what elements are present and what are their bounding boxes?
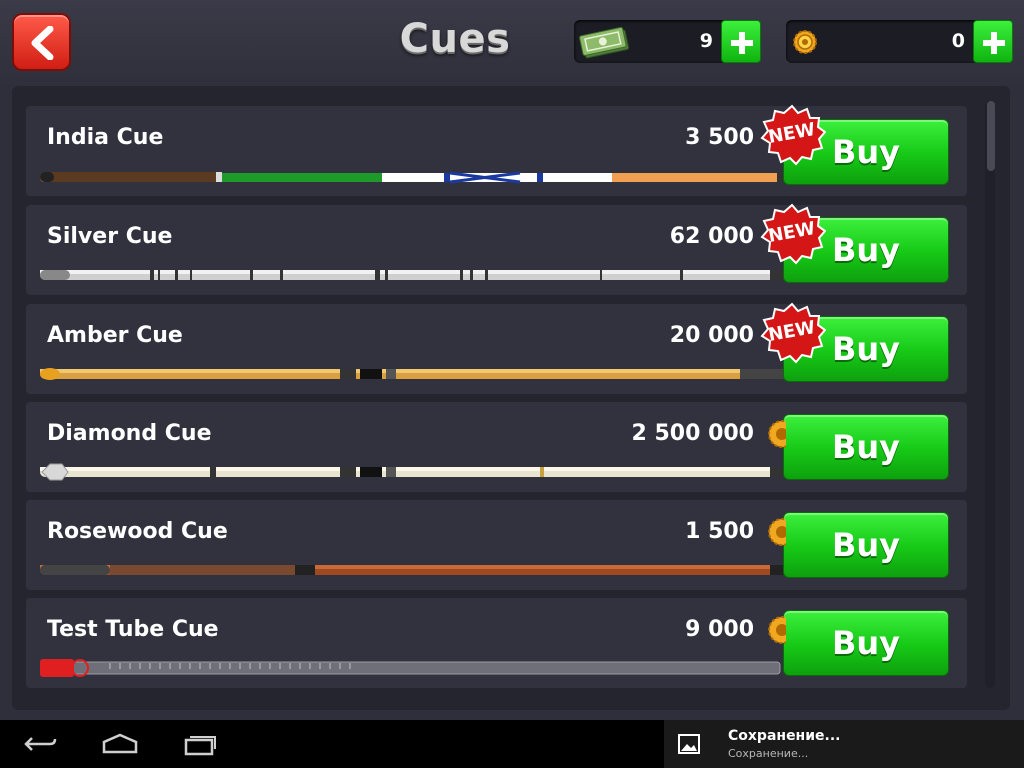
- cue-name: Diamond Cue: [47, 421, 212, 446]
- cue-image-amber: [40, 368, 785, 380]
- cue-image-diamond: [40, 463, 785, 481]
- coin-balance: 0: [786, 20, 1013, 63]
- cue-price: 2 500 000: [631, 421, 754, 446]
- cash-balance: 9: [574, 20, 761, 63]
- back-icon[interactable]: [22, 732, 58, 756]
- coin-icon: [768, 616, 786, 644]
- new-badge: NEW: [760, 203, 826, 265]
- cue-price: 9 000: [685, 617, 754, 642]
- cue-name: Rosewood Cue: [47, 519, 228, 544]
- scrollbar-thumb[interactable]: [987, 101, 995, 171]
- scrollbar-track[interactable]: [985, 101, 995, 688]
- buy-button[interactable]: Buy: [783, 610, 949, 676]
- top-bar: Cues 9 0: [0, 0, 1024, 84]
- back-button[interactable]: [12, 13, 71, 71]
- home-icon[interactable]: [100, 732, 140, 756]
- cue-item-india: India Cue 3 500 Buy NEW: [26, 104, 967, 196]
- cue-item-silver: Silver Cue 62 000 Buy NEW: [26, 203, 967, 295]
- new-badge: NEW: [760, 104, 826, 166]
- cue-image-rosewood: [40, 565, 785, 575]
- coin-amount: 0: [951, 30, 965, 52]
- notification-subtitle: Сохранение...: [728, 747, 809, 760]
- cue-name: Amber Cue: [47, 323, 183, 348]
- new-badge: NEW: [760, 302, 826, 364]
- cue-item-diamond: Diamond Cue 2 500 000 Buy: [26, 402, 967, 492]
- add-coins-button[interactable]: [973, 20, 1013, 63]
- cue-image-india: [40, 171, 785, 184]
- notification-saving[interactable]: Сохранение... Сохранение...: [664, 720, 1024, 768]
- cue-image-test-tube: [40, 659, 781, 677]
- back-arrow-icon: [31, 26, 54, 60]
- cue-name: India Cue: [47, 125, 164, 150]
- notification-title: Сохранение...: [728, 728, 841, 744]
- recent-apps-icon[interactable]: [182, 732, 218, 756]
- cue-price: 20 000: [669, 323, 754, 348]
- cue-price: 1 500: [685, 519, 754, 544]
- buy-button[interactable]: Buy: [783, 414, 949, 480]
- cue-price: 62 000: [669, 224, 754, 249]
- cash-amount: 9: [699, 30, 713, 52]
- page-title: Cues: [399, 16, 511, 62]
- cue-image-silver: [40, 270, 785, 280]
- add-cash-button[interactable]: [721, 20, 761, 63]
- cue-item-amber: Amber Cue 20 000 Buy NEW: [26, 302, 967, 394]
- cue-name: Silver Cue: [47, 224, 173, 249]
- cue-item-rosewood: Rosewood Cue 1 500 Buy: [26, 500, 967, 590]
- coin-icon: [793, 30, 817, 54]
- buy-button[interactable]: Buy: [783, 512, 949, 578]
- coin-icon: [768, 518, 786, 546]
- image-icon: [678, 734, 700, 754]
- coin-icon: [768, 420, 786, 448]
- cash-icon: [579, 26, 630, 59]
- cue-item-test-tube: Test Tube Cue 9 000 Buy: [26, 598, 967, 688]
- cue-price: 3 500: [685, 125, 754, 150]
- cue-name: Test Tube Cue: [47, 617, 219, 642]
